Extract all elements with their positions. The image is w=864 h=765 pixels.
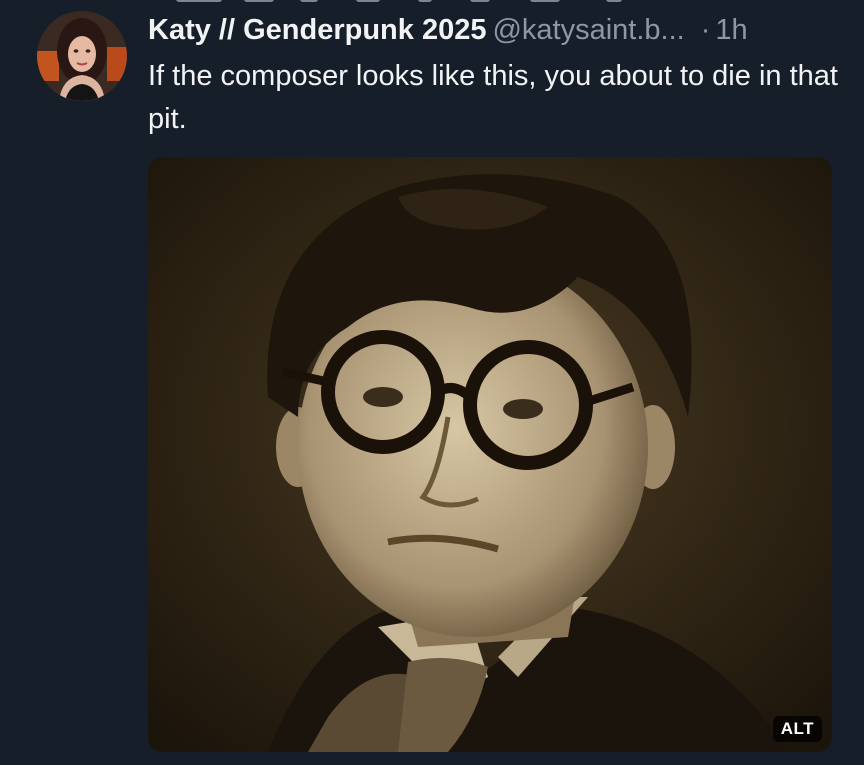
profile-photo-icon [37, 11, 127, 101]
separator-dot: · [700, 14, 711, 46]
author-display-name[interactable]: Katy // Genderpunk 2025 [148, 14, 486, 46]
post-text: If the composer looks like this, you abo… [148, 60, 838, 135]
sepia-portrait-photo-icon [148, 157, 832, 752]
post-timestamp[interactable]: 1h [715, 14, 747, 46]
alt-text-badge[interactable]: ALT [772, 716, 822, 742]
post-image[interactable]: ALT [148, 157, 832, 752]
post[interactable]: Katy // Genderpunk 2025 @katysaint.b... · 1… [0, 0, 864, 765]
previous-post-cutoff [0, 0, 864, 6]
author-handle[interactable]: @katysaint.b... [492, 14, 684, 46]
post-header: Katy // Genderpunk 2025 @katysaint.b... · 1… [148, 8, 848, 52]
avatar[interactable] [37, 11, 127, 101]
